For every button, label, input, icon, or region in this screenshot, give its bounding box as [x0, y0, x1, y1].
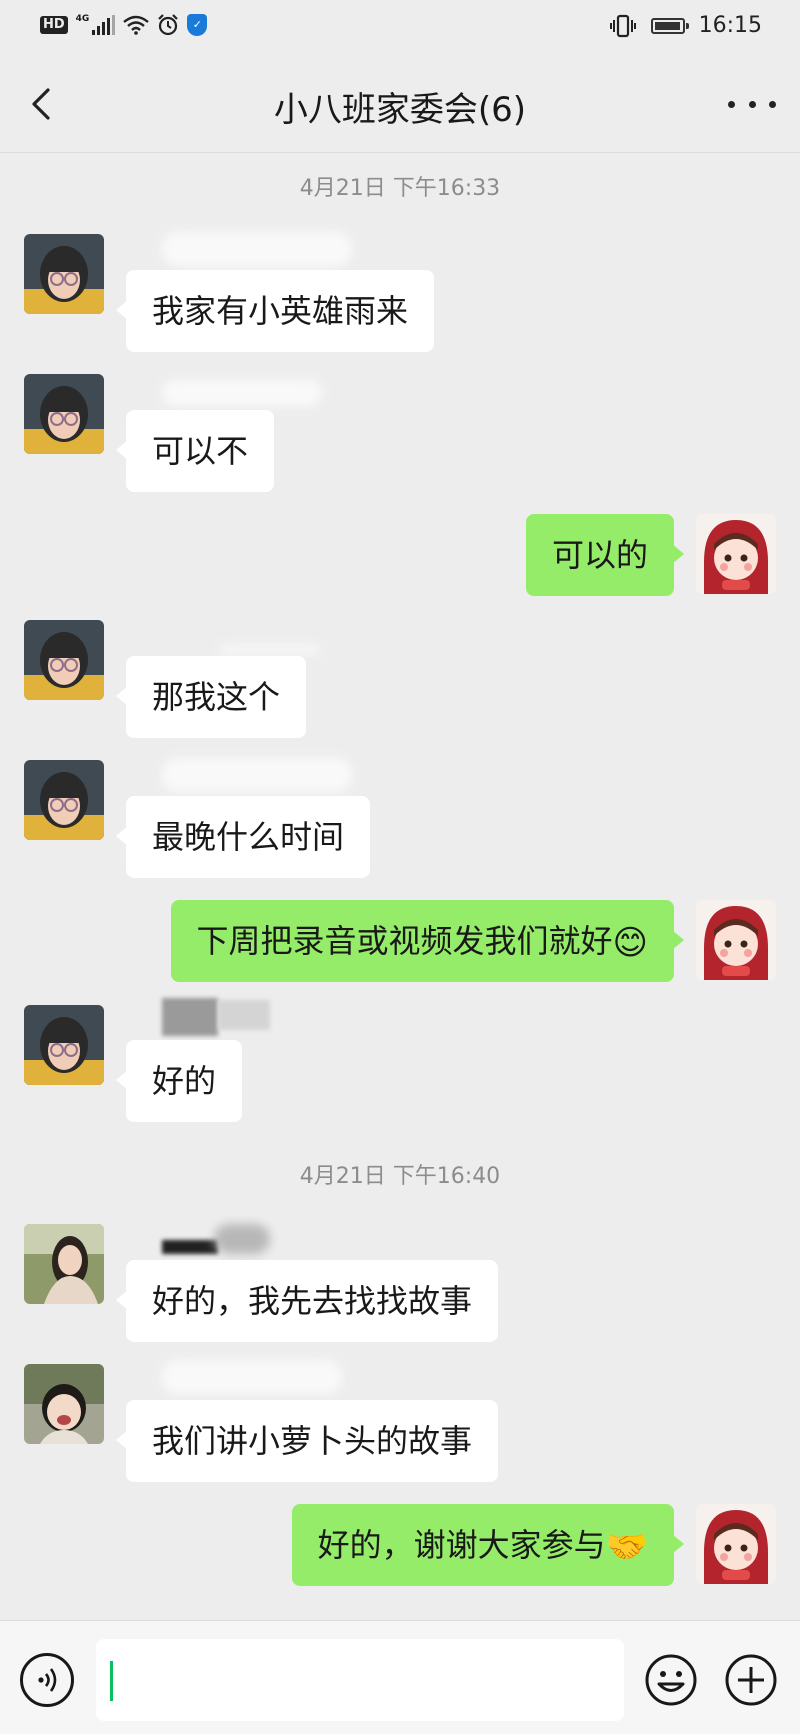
- voice-input-button[interactable]: [20, 1653, 74, 1707]
- avatar[interactable]: [696, 514, 776, 594]
- sender-name-blurred: [214, 1224, 270, 1254]
- message-bubble-incoming[interactable]: 好的: [115, 1040, 243, 1122]
- message-input[interactable]: [96, 1639, 624, 1721]
- avatar[interactable]: [24, 1224, 104, 1304]
- message-bubble-incoming[interactable]: 可以不: [115, 410, 275, 492]
- avatar[interactable]: [24, 1364, 104, 1444]
- plus-icon[interactable]: [724, 1653, 778, 1707]
- smile-emoji-icon: 😊: [612, 923, 648, 963]
- input-bar: [0, 1620, 800, 1734]
- battery-icon: [650, 17, 689, 34]
- message-text: 好的，谢谢大家参与: [317, 1526, 606, 1564]
- message-bubble-incoming[interactable]: 好的，我先去找找故事: [115, 1260, 499, 1342]
- sender-name-blurred: [218, 1000, 270, 1030]
- status-right-icons: 16:15: [609, 13, 762, 38]
- message-bubble-outgoing[interactable]: 下周把录音或视频发我们就好😊: [170, 900, 685, 982]
- avatar[interactable]: [24, 620, 104, 700]
- sender-name-blurred: [162, 380, 322, 406]
- sender-name-blurred: [162, 1240, 218, 1254]
- text-caret: [110, 1661, 113, 1701]
- sender-name-blurred: [162, 232, 352, 266]
- message-bubble-incoming[interactable]: 我家有小英雄雨来: [115, 270, 435, 352]
- alarm-icon: [158, 14, 179, 36]
- message-bubble-incoming[interactable]: 最晚什么时间: [115, 796, 371, 878]
- sender-name-blurred: [220, 646, 320, 654]
- avatar[interactable]: [24, 1005, 104, 1085]
- emoji-icon[interactable]: [644, 1653, 698, 1707]
- wifi-icon: [123, 15, 150, 35]
- avatar[interactable]: [696, 900, 776, 980]
- status-time: 16:15: [698, 13, 762, 38]
- more-options-icon[interactable]: [728, 84, 776, 124]
- avatar[interactable]: [696, 1504, 776, 1584]
- timestamp: 4月21日 下午16:33: [299, 176, 501, 201]
- handshake-emoji-icon: 🤝: [605, 1527, 648, 1567]
- network-type-label: 4G: [75, 14, 90, 24]
- hd-icon: HD: [40, 16, 68, 34]
- avatar[interactable]: [24, 234, 104, 314]
- message-text: 下周把录音或视频发我们就好: [196, 922, 613, 960]
- cellular-signal-icon: 4G: [76, 15, 116, 35]
- sender-name-blurred: [162, 758, 352, 792]
- message-bubble-incoming[interactable]: 那我这个: [115, 656, 307, 738]
- voice-icon: [38, 1668, 57, 1692]
- sender-name-blurred: [162, 998, 218, 1036]
- avatar[interactable]: [24, 760, 104, 840]
- timestamp: 4月21日 下午16:40: [299, 1164, 501, 1189]
- message-bubble-outgoing[interactable]: 好的，谢谢大家参与🤝: [291, 1504, 685, 1586]
- message-bubble-outgoing[interactable]: 可以的: [525, 514, 685, 596]
- chat-header: 小八班家委会(6): [0, 56, 800, 153]
- message-bubble-incoming[interactable]: 我们讲小萝卜头的故事: [115, 1400, 499, 1482]
- vibrate-icon: [609, 14, 636, 37]
- sender-name-blurred: [162, 1360, 342, 1394]
- security-shield-icon: ✓: [187, 14, 208, 36]
- status-left-icons: HD 4G ✓: [40, 14, 208, 36]
- status-bar: HD 4G ✓ 16:15: [0, 0, 800, 56]
- chat-title: 小八班家委会(6): [273, 90, 527, 130]
- avatar[interactable]: [24, 374, 104, 454]
